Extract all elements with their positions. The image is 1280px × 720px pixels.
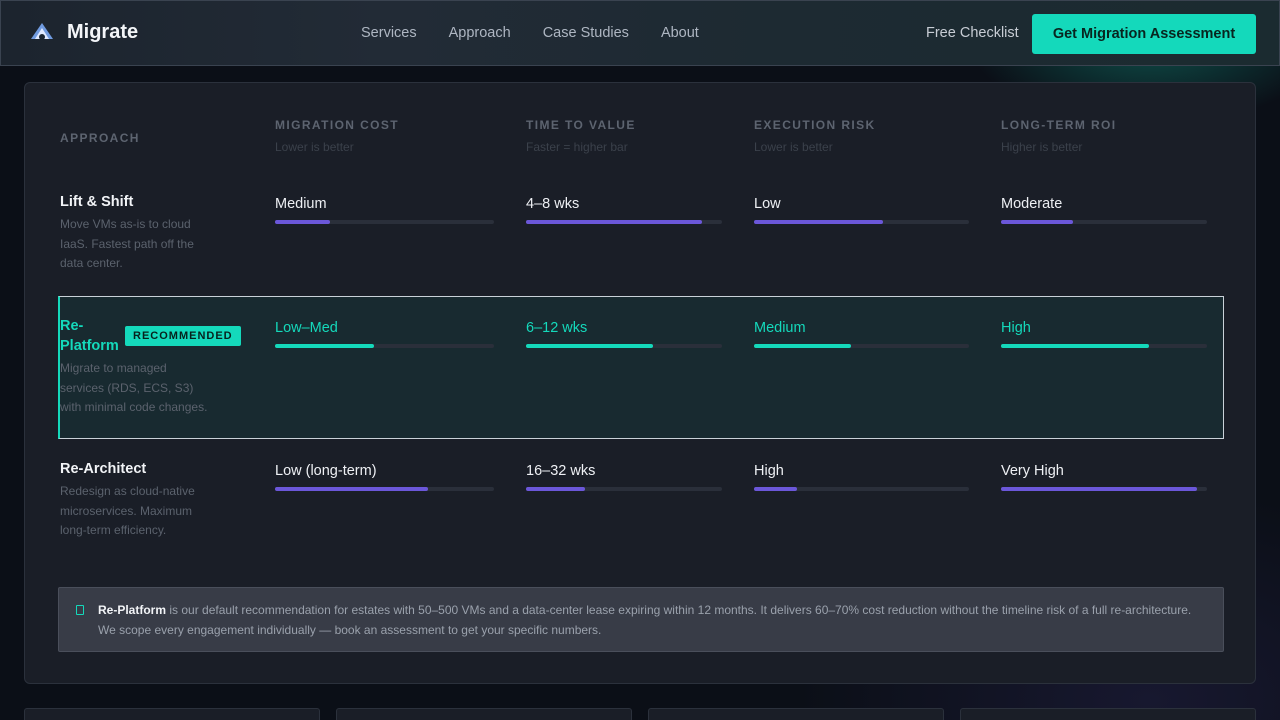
column-subtitle: Lower is better <box>754 140 833 154</box>
table-row-re-platform: Re-Platform RECOMMENDED Migrate to manag… <box>58 296 1224 439</box>
approach-description: Move VMs as-is to cloud IaaS. Fastest pa… <box>60 217 194 270</box>
migrate-logo-icon <box>31 23 53 40</box>
cell-value: Medium <box>754 320 806 336</box>
column-subtitle: Lower is better <box>275 140 354 154</box>
level-bar-fill <box>754 487 797 491</box>
cell-value: 4–8 wks <box>526 196 580 212</box>
cell-migration-cost: Low–Med <box>275 320 338 336</box>
level-bar <box>275 487 494 491</box>
column-header-time-to-value: TIME TO VALUE Faster = higher bar <box>526 118 636 154</box>
column-header-execution-risk: EXECUTION RISK Lower is better <box>754 118 876 154</box>
column-header-migration-cost: MIGRATION COST Lower is better <box>275 118 399 154</box>
cell-long-term-roi: Very High <box>1001 463 1064 479</box>
main-nav: Services Approach Case Studies About <box>361 25 699 41</box>
level-bar-fill <box>275 220 330 224</box>
cell-value: High <box>1001 320 1031 336</box>
feature-card <box>336 708 632 720</box>
level-bar <box>275 344 494 348</box>
get-assessment-button[interactable]: Get Migration Assessment <box>1032 14 1256 54</box>
level-bar-fill <box>754 220 883 224</box>
level-bar <box>275 220 494 224</box>
cell-execution-risk: High <box>754 463 784 479</box>
cell-migration-cost: Medium <box>275 196 327 212</box>
cell-long-term-roi: High <box>1001 320 1031 336</box>
level-bar <box>754 220 969 224</box>
level-bar-fill <box>526 344 654 348</box>
cell-value: 6–12 wks <box>526 320 588 336</box>
approach-column-header: APPROACH <box>60 131 140 145</box>
level-bar <box>1001 487 1207 491</box>
free-checklist-link[interactable]: Free Checklist <box>926 25 1019 41</box>
nav-case-studies[interactable]: Case Studies <box>543 25 629 41</box>
approach-name: Re-Platform <box>60 318 119 354</box>
level-bar-fill <box>1001 487 1197 491</box>
note-body: is our default recommendation for estate… <box>98 603 1192 637</box>
nav-approach[interactable]: Approach <box>449 25 511 41</box>
level-bar <box>526 487 722 491</box>
table-row-re-architect: Re-Architect Redesign as cloud-native mi… <box>58 449 1224 559</box>
cell-value: High <box>754 463 784 479</box>
column-header-long-term-roi: LONG-TERM ROI Higher is better <box>1001 118 1117 154</box>
approach-description: Redesign as cloud-native microservices. … <box>60 484 195 537</box>
top-nav-bar: Migrate Services Approach Case Studies A… <box>0 0 1280 66</box>
column-title: LONG-TERM ROI <box>1001 118 1117 132</box>
cell-time-to-value: 16–32 wks <box>526 463 595 479</box>
cell-value: 16–32 wks <box>526 463 596 479</box>
cell-value: Low <box>754 196 781 212</box>
comparison-table: APPROACH MIGRATION COST Lower is better … <box>24 82 1256 684</box>
cell-execution-risk: Low <box>754 196 781 212</box>
info-icon <box>76 605 84 615</box>
cell-value: Low–Med <box>275 320 338 336</box>
nav-about[interactable]: About <box>661 25 699 41</box>
level-bar-fill <box>754 344 851 348</box>
cell-execution-risk: Medium <box>754 320 806 336</box>
level-bar <box>1001 220 1207 224</box>
column-title: TIME TO VALUE <box>526 118 636 132</box>
cell-migration-cost: Low (long-term) <box>275 463 377 479</box>
feature-card <box>648 708 944 720</box>
note-text: Re-Platform is our default recommendatio… <box>98 601 1208 640</box>
table-row-lift-and-shift: Lift & Shift Move VMs as-is to cloud Iaa… <box>58 183 1224 283</box>
cell-value: Medium <box>275 196 327 212</box>
level-bar <box>526 344 722 348</box>
level-bar <box>1001 344 1207 348</box>
cell-value: Low (long-term) <box>275 463 377 479</box>
cell-time-to-value: 6–12 wks <box>526 320 587 336</box>
level-bar-fill <box>1001 344 1150 348</box>
cell-time-to-value: 4–8 wks <box>526 196 579 212</box>
brand-name: Migrate <box>67 20 139 43</box>
level-bar-fill <box>526 487 585 491</box>
column-subtitle: Faster = higher bar <box>526 140 628 154</box>
level-bar <box>526 220 722 224</box>
level-bar <box>754 487 969 491</box>
approach-name: Lift & Shift <box>60 194 134 210</box>
nav-services[interactable]: Services <box>361 25 417 41</box>
feature-card <box>24 708 320 720</box>
level-bar-fill <box>526 220 703 224</box>
cell-value: Moderate <box>1001 196 1063 212</box>
brand[interactable]: Migrate <box>29 19 138 45</box>
note-bold: Re-Platform <box>98 603 167 617</box>
feature-card <box>960 708 1256 720</box>
level-bar-fill <box>275 344 374 348</box>
column-title: MIGRATION COST <box>275 118 400 132</box>
level-bar-fill <box>1001 220 1074 224</box>
approach-name: Re-Architect <box>60 461 147 477</box>
recommendation-note: Re-Platform is our default recommendatio… <box>58 587 1224 652</box>
level-bar <box>754 344 969 348</box>
column-subtitle: Higher is better <box>1001 140 1083 154</box>
recommended-badge: RECOMMENDED <box>125 326 241 346</box>
cell-long-term-roi: Moderate <box>1001 196 1062 212</box>
approach-description: Migrate to managed services (RDS, ECS, S… <box>60 361 208 414</box>
cell-value: Very High <box>1001 463 1064 479</box>
column-title: EXECUTION RISK <box>754 118 876 132</box>
level-bar-fill <box>275 487 429 491</box>
